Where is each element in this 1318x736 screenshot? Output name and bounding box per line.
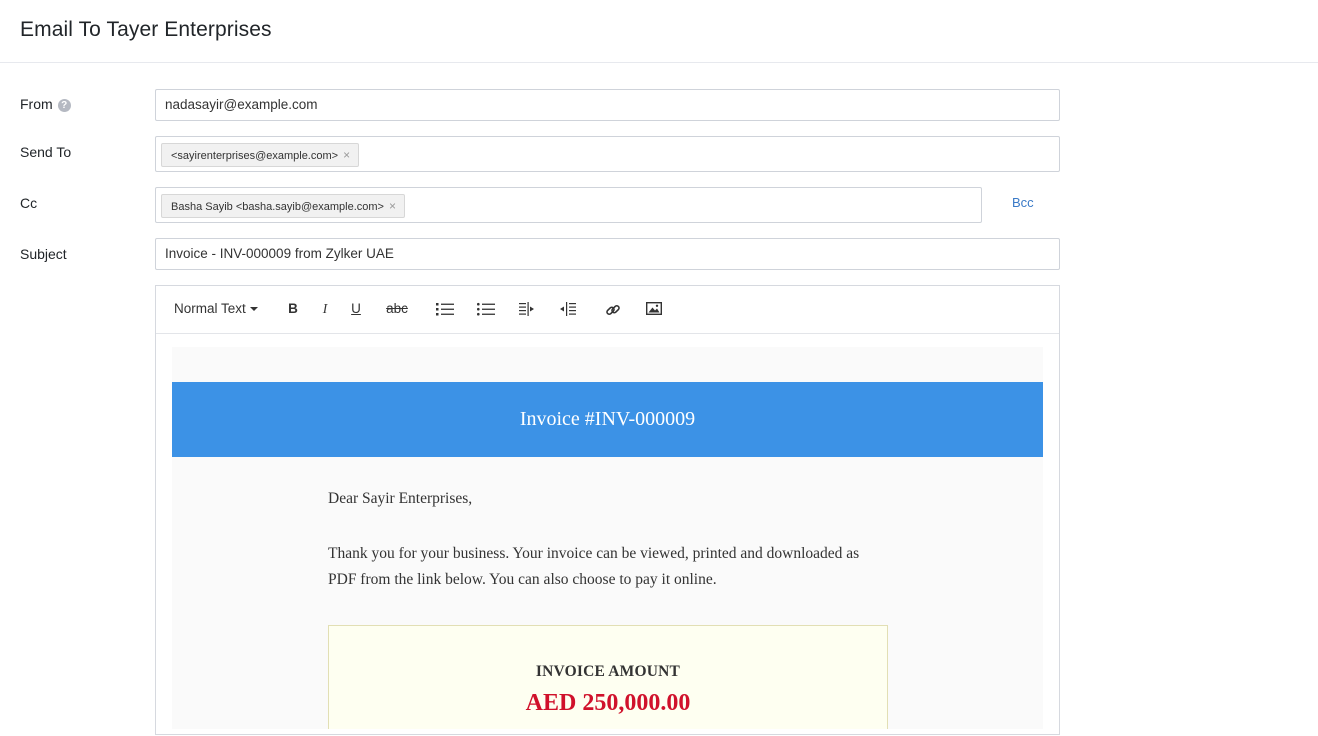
text-format-dropdown[interactable]: Normal Text xyxy=(174,299,264,319)
chip-text: Basha Sayib <basha.sayib@example.com> xyxy=(171,201,384,213)
invoice-amount-value: AED 250,000.00 xyxy=(525,690,691,716)
bcc-link[interactable]: Bcc xyxy=(1012,195,1034,210)
chip-text: <sayirenterprises@example.com> xyxy=(171,150,339,162)
invoice-amount-box: INVOICE AMOUNT AED 250,000.00 xyxy=(328,625,888,729)
underline-button[interactable]: U xyxy=(347,299,365,319)
subject-field[interactable]: Invoice - INV-000009 from Zylker UAE xyxy=(155,238,1060,270)
invoice-banner: Invoice #INV-000009 xyxy=(172,382,1043,457)
outdent-button[interactable] xyxy=(559,299,577,319)
subject-label: Subject xyxy=(20,246,67,262)
bold-button[interactable]: B xyxy=(284,299,302,319)
dialog-header: Email To Tayer Enterprises xyxy=(0,0,1318,63)
email-content[interactable]: Invoice #INV-000009 Dear Sayir Enterpris… xyxy=(172,347,1043,729)
email-greeting: Dear Sayir Enterprises, xyxy=(328,490,473,507)
email-body-text: Thank you for your business. Your invoic… xyxy=(328,545,860,588)
help-icon[interactable]: ? xyxy=(57,99,71,112)
insert-link-button[interactable] xyxy=(604,299,622,319)
bulleted-list-button[interactable] xyxy=(434,299,456,319)
chip-remove-icon[interactable]: × xyxy=(389,199,396,213)
invoice-amount-label: INVOICE AMOUNT xyxy=(535,663,681,680)
checklist-button[interactable] xyxy=(475,299,497,319)
bulleted-list-icon xyxy=(436,303,454,316)
from-value: nadasayir@example.com xyxy=(165,97,318,112)
editor-toolbar: Normal Text B I U abc xyxy=(156,286,1059,334)
italic-button[interactable]: I xyxy=(316,299,334,319)
outdent-icon xyxy=(560,302,576,316)
caret-down-icon xyxy=(249,307,258,311)
from-label-text: From xyxy=(20,96,53,112)
link-icon xyxy=(606,304,620,316)
email-editor[interactable]: Normal Text B I U abc Invoice #INV-00000… xyxy=(155,285,1060,735)
subject-value: Invoice - INV-000009 from Zylker UAE xyxy=(165,246,394,261)
chip-remove-icon[interactable]: × xyxy=(343,148,350,162)
insert-image-button[interactable] xyxy=(645,299,663,319)
from-label: From? xyxy=(20,96,71,112)
text-format-label: Normal Text xyxy=(174,301,246,316)
from-field[interactable]: nadasayir@example.com xyxy=(155,89,1060,121)
send-to-label: Send To xyxy=(20,144,72,160)
cc-field[interactable]: Basha Sayib <basha.sayib@example.com> × xyxy=(155,187,982,223)
cc-chip: Basha Sayib <basha.sayib@example.com> × xyxy=(161,194,405,218)
indent-icon xyxy=(519,302,534,316)
send-to-field[interactable]: <sayirenterprises@example.com> × xyxy=(155,136,1060,172)
send-to-chip: <sayirenterprises@example.com> × xyxy=(161,143,360,167)
page-title: Email To Tayer Enterprises xyxy=(20,18,272,41)
indent-button[interactable] xyxy=(518,299,536,319)
strikethrough-button[interactable]: abc xyxy=(382,299,412,319)
checklist-icon xyxy=(477,302,495,316)
cc-label: Cc xyxy=(20,195,38,211)
image-icon xyxy=(646,302,662,315)
